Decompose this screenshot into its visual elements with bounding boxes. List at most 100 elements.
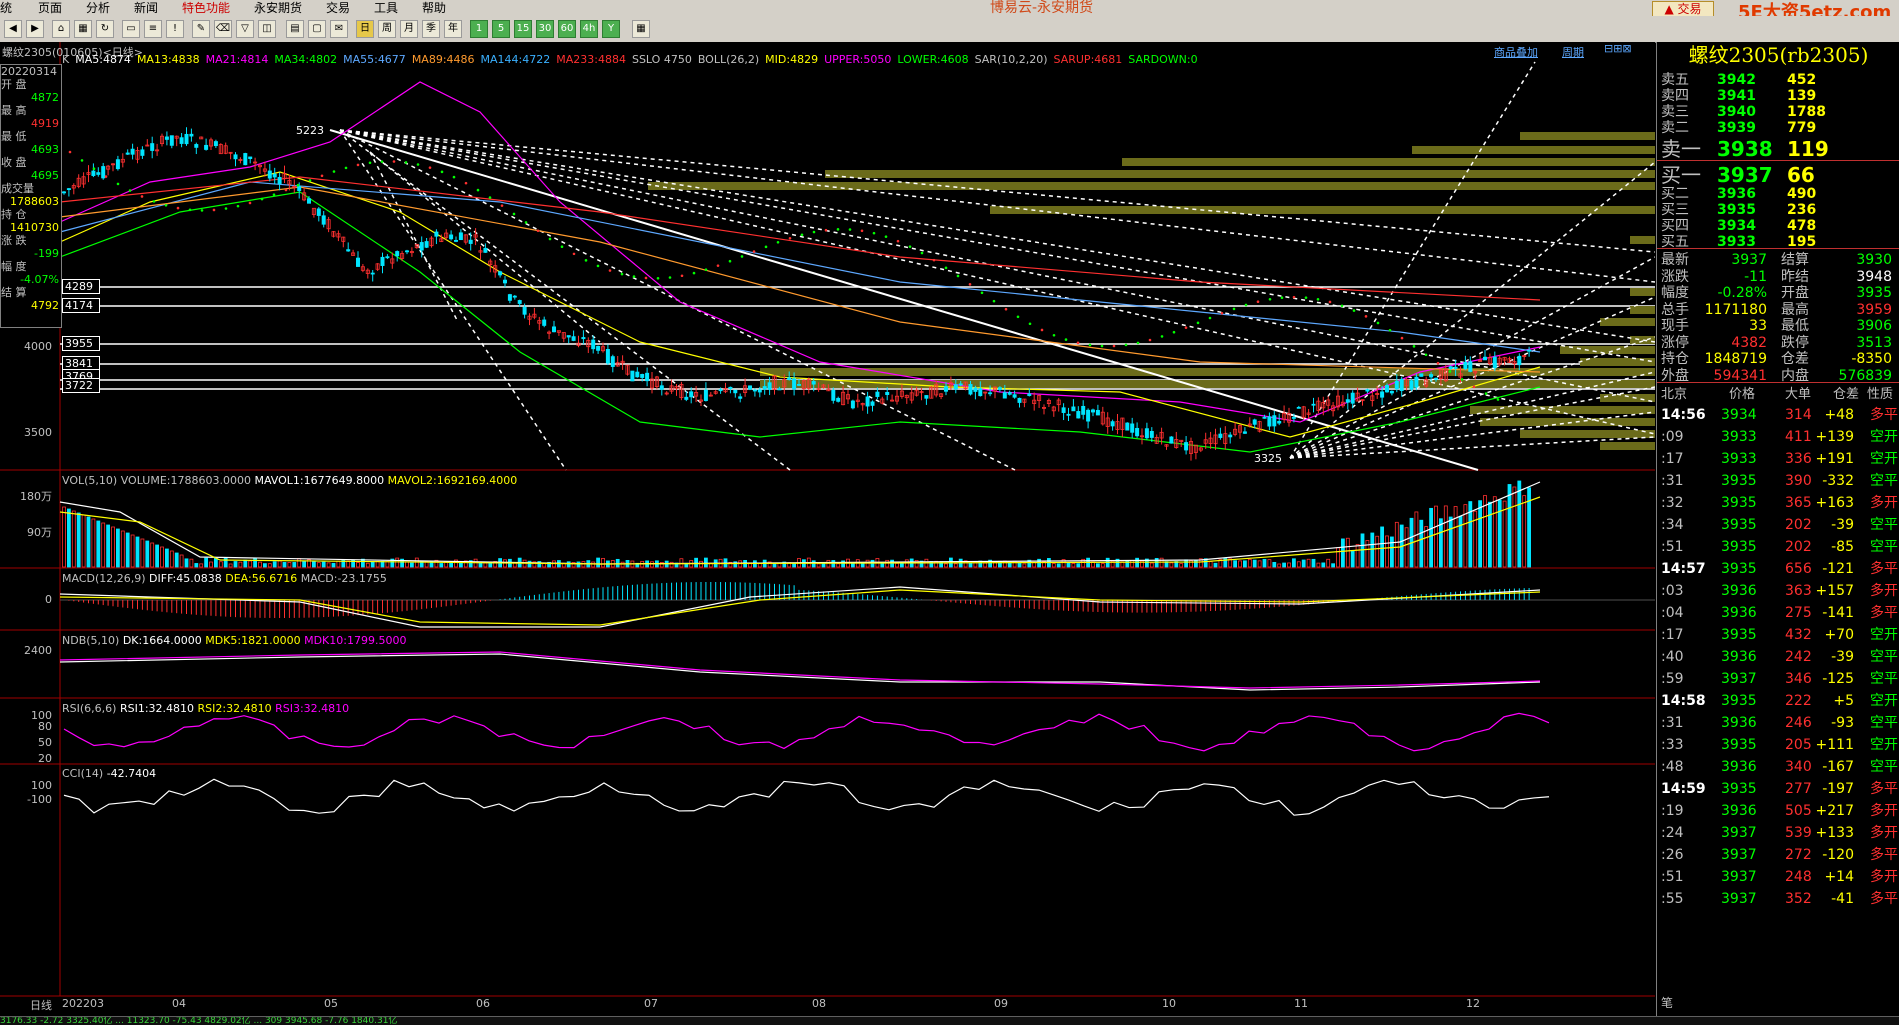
- candle-body: [973, 387, 978, 392]
- screen-icon[interactable]: ▭: [122, 20, 140, 38]
- tick-row[interactable]: 14:58 3935 222 +5 空开: [1657, 690, 1899, 712]
- tick-oi-change: +70: [1824, 627, 1854, 643]
- candle-body: [792, 378, 797, 390]
- candle-body: [346, 249, 351, 252]
- tick-row[interactable]: :32 3935 365 +163 多开: [1657, 492, 1899, 514]
- menu-features[interactable]: 特色功能: [182, 0, 230, 16]
- period-quarter-button[interactable]: 季: [422, 20, 440, 38]
- candle-body: [517, 300, 522, 304]
- menu-tools[interactable]: 工具: [374, 0, 398, 16]
- candle-body: [483, 247, 488, 253]
- menu-analysis[interactable]: 分析: [86, 0, 110, 16]
- calculator-icon[interactable]: ▦: [632, 20, 650, 38]
- sar-dot: [1448, 370, 1452, 373]
- eraser-icon[interactable]: ⌫: [214, 20, 232, 38]
- tick-row[interactable]: :51 3937 248 +14 多开: [1657, 866, 1899, 888]
- sar-dot: [944, 266, 948, 270]
- volume-bar: [1179, 563, 1184, 568]
- list-icon[interactable]: ≡: [144, 20, 162, 38]
- bid-price: 3933: [1717, 234, 1756, 250]
- chart-area[interactable]: 螺纹2305(010605)<日线> 商品叠加 周期 ⊟⊞⊠ K MA5:4874…: [0, 42, 1655, 1016]
- menu-help[interactable]: 帮助: [422, 0, 446, 16]
- tick-row[interactable]: :55 3937 352 -41 多平: [1657, 888, 1899, 910]
- daily-period-button[interactable]: 日: [356, 20, 374, 38]
- menu-trade[interactable]: 交易: [326, 0, 350, 16]
- volume-bar: [1272, 561, 1277, 568]
- overlay-link[interactable]: 商品叠加: [1494, 44, 1538, 60]
- candle-body: [272, 173, 277, 178]
- layers-icon[interactable]: ◫: [258, 20, 276, 38]
- tick-row[interactable]: :04 3936 275 -141 多平: [1657, 602, 1899, 624]
- tick-row[interactable]: 14:57 3935 656 -121 多平: [1657, 558, 1899, 580]
- period-30m-button[interactable]: 30: [536, 20, 554, 38]
- tick-row[interactable]: :59 3937 346 -125 空平: [1657, 668, 1899, 690]
- tick-row[interactable]: :24 3937 539 +133 多开: [1657, 822, 1899, 844]
- tick-row[interactable]: :51 3935 202 -85 空平: [1657, 536, 1899, 558]
- period-15m-button[interactable]: 15: [514, 20, 532, 38]
- refresh-icon[interactable]: ↻: [96, 20, 114, 38]
- bottom-tab[interactable]: 笔: [1661, 994, 1673, 1011]
- window-icon[interactable]: ▢: [308, 20, 326, 38]
- period-y-button[interactable]: Y: [602, 20, 620, 38]
- tick-row[interactable]: :40 3936 242 -39 空平: [1657, 646, 1899, 668]
- candle-body: [968, 384, 973, 395]
- period-month-button[interactable]: 月: [400, 20, 418, 38]
- period-1m-button[interactable]: 1: [470, 20, 488, 38]
- period-60m-button[interactable]: 60: [558, 20, 576, 38]
- candle-body: [512, 295, 517, 298]
- volume-bar: [1404, 527, 1409, 568]
- tick-row[interactable]: :17 3933 336 +191 空开: [1657, 448, 1899, 470]
- tick-row[interactable]: :19 3936 505 +217 多开: [1657, 800, 1899, 822]
- ask-row[interactable]: 卖一 3938 119: [1657, 136, 1899, 162]
- high-annotation: 5223: [296, 124, 324, 137]
- period-5m-button[interactable]: 5: [492, 20, 510, 38]
- sar-dot: [404, 161, 408, 164]
- back-icon[interactable]: ◀: [4, 20, 22, 38]
- ma-legend-item: MA13:4838: [136, 53, 200, 66]
- sar-dot: [1460, 378, 1464, 381]
- mail-icon[interactable]: ✉: [330, 20, 348, 38]
- menu-yongan[interactable]: 永安期货: [254, 0, 302, 16]
- tick-row[interactable]: :17 3935 432 +70 空开: [1657, 624, 1899, 646]
- home-icon[interactable]: ⌂: [52, 20, 70, 38]
- tick-row[interactable]: 14:56 3934 314 +48 多平: [1657, 404, 1899, 426]
- grid-icon[interactable]: ▦: [74, 20, 92, 38]
- menu-news[interactable]: 新闻: [134, 0, 158, 16]
- bid-row[interactable]: 买五 3933 195: [1657, 232, 1899, 252]
- pen-icon[interactable]: ✎: [192, 20, 210, 38]
- window-controls-icon[interactable]: ⊟⊞⊠: [1604, 42, 1632, 55]
- period-4h-button[interactable]: 4h: [580, 20, 598, 38]
- filter-icon[interactable]: ▽: [236, 20, 254, 38]
- volume-bar: [356, 562, 360, 568]
- tick-row[interactable]: :31 3936 246 -93 空平: [1657, 712, 1899, 734]
- forward-icon[interactable]: ▶: [26, 20, 44, 38]
- menu-page[interactable]: 页面: [38, 0, 62, 16]
- tick-row[interactable]: :33 3935 205 +111 空开: [1657, 734, 1899, 756]
- sar-dot: [848, 228, 852, 231]
- candle-body: [1291, 417, 1296, 419]
- tick-row[interactable]: :26 3937 272 -120 多平: [1657, 844, 1899, 866]
- volume-bar: [1096, 563, 1100, 568]
- period-week-button[interactable]: 周: [378, 20, 396, 38]
- cci-line: [63, 778, 1550, 816]
- rsi-1: RSI1:32.4810: [119, 702, 195, 715]
- volume-bar: [1247, 559, 1252, 568]
- menu-system[interactable]: 统: [0, 0, 12, 16]
- period-year-button[interactable]: 年: [444, 20, 462, 38]
- tick-row[interactable]: :31 3935 390 -332 空平: [1657, 470, 1899, 492]
- table-icon[interactable]: ▤: [286, 20, 304, 38]
- tick-volume: 275: [1785, 605, 1812, 621]
- ask-row[interactable]: 卖二 3939 779: [1657, 118, 1899, 138]
- volume-bar: [1429, 507, 1433, 568]
- tick-row[interactable]: :34 3935 202 -39 空平: [1657, 514, 1899, 536]
- tick-row[interactable]: :03 3936 363 +157 多开: [1657, 580, 1899, 602]
- period-link[interactable]: 周期: [1562, 44, 1584, 60]
- tick-row[interactable]: :48 3936 340 -167 空平: [1657, 756, 1899, 778]
- volume-bar: [851, 563, 855, 568]
- alert-icon[interactable]: !: [166, 20, 184, 38]
- panel-divider: [1657, 160, 1899, 161]
- tick-row[interactable]: 14:59 3935 277 -197 多平: [1657, 778, 1899, 800]
- sar-dot: [1004, 307, 1008, 311]
- tick-row[interactable]: :09 3933 411 +139 空开: [1657, 426, 1899, 448]
- tick-time: :40: [1661, 649, 1684, 665]
